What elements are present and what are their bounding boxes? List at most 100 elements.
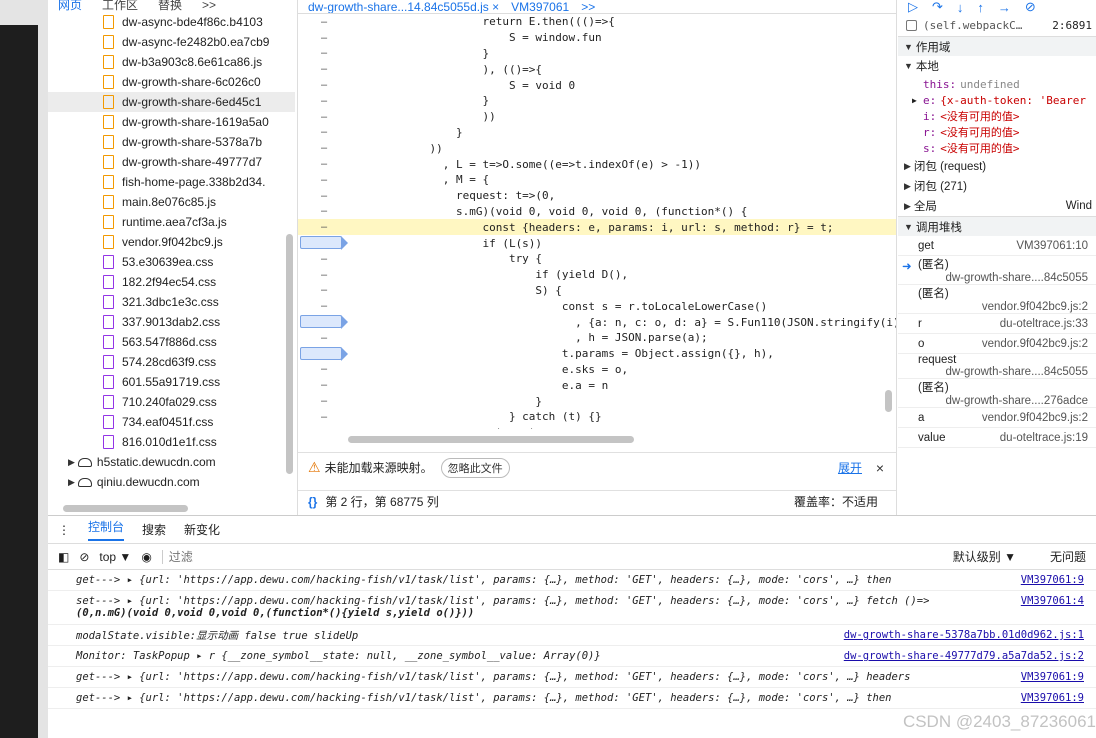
message-source-link[interactable]: VM397061:9 bbox=[1021, 692, 1084, 704]
line-gutter[interactable] bbox=[298, 314, 350, 330]
message-source-link[interactable]: dw-growth-share-49777d79.a5a7da52.js:2 bbox=[844, 650, 1084, 662]
watch-row[interactable]: (self.webpackC… 2:6891 bbox=[898, 14, 1096, 36]
line-gutter[interactable]: – bbox=[298, 14, 350, 30]
line-gutter[interactable] bbox=[298, 346, 350, 362]
scope-prop[interactable]: this: undefined bbox=[898, 76, 1096, 92]
message-source-link[interactable]: VM397061:9 bbox=[1021, 671, 1084, 683]
code-line[interactable]: – request: t=>(0, bbox=[298, 188, 896, 204]
step-into-icon[interactable]: ↓ bbox=[957, 0, 964, 14]
file-item[interactable]: 601.55a91719.css bbox=[48, 372, 295, 392]
code-line[interactable]: – e.a = n bbox=[298, 377, 896, 393]
expand-arrow-icon[interactable]: ▶ bbox=[912, 96, 917, 105]
breakpoint-marker[interactable] bbox=[300, 346, 348, 361]
code-line[interactable]: – )) bbox=[298, 109, 896, 125]
expand-arrow-icon[interactable]: ▶ bbox=[904, 181, 911, 192]
tree-scrollbar-horizontal[interactable] bbox=[63, 505, 188, 512]
file-item[interactable]: dw-growth-share-1619a5a0 bbox=[48, 112, 295, 132]
nav-tab[interactable]: >> bbox=[202, 0, 216, 12]
line-gutter[interactable]: – bbox=[298, 125, 350, 141]
step-over-icon[interactable]: ↷ bbox=[932, 0, 943, 14]
code-line[interactable]: – S = window.fun bbox=[298, 30, 896, 46]
line-gutter[interactable]: – bbox=[298, 61, 350, 77]
line-gutter[interactable]: – bbox=[298, 30, 350, 46]
breakpoint-marker[interactable] bbox=[300, 236, 348, 251]
code-line[interactable]: – , M = { bbox=[298, 172, 896, 188]
code-line[interactable]: – , L = t=>O.some((e=>t.indexOf(e) > -1)… bbox=[298, 156, 896, 172]
file-item[interactable]: 563.547f886d.css bbox=[48, 332, 295, 352]
code-line[interactable]: – const {headers: e, params: i, url: s, … bbox=[298, 219, 896, 236]
clear-console-icon[interactable]: ⊘ bbox=[79, 550, 89, 564]
code-line[interactable]: – } bbox=[298, 393, 896, 409]
console-message[interactable]: get---> ▸ {url: 'https://app.dewu.com/ha… bbox=[48, 667, 1096, 688]
file-item[interactable]: dw-growth-share-49777d7 bbox=[48, 152, 295, 172]
file-item[interactable]: 734.eaf0451f.css bbox=[48, 412, 295, 432]
callstack-frame[interactable]: value du-oteltrace.js:19 bbox=[898, 428, 1096, 448]
file-item[interactable]: dw-growth-share-6ed45c1 bbox=[48, 92, 295, 112]
code-line[interactable]: – try { bbox=[298, 251, 896, 267]
file-item[interactable]: fish-home-page.338b2d34. bbox=[48, 172, 295, 192]
breakpoint-marker[interactable] bbox=[300, 315, 348, 330]
deactivate-icon[interactable]: ⊘ bbox=[1025, 0, 1036, 14]
scope-prop[interactable]: r: <没有可用的值> bbox=[898, 124, 1096, 140]
more-tabs-button[interactable]: >> bbox=[581, 0, 595, 13]
line-gutter[interactable]: – bbox=[298, 140, 350, 156]
line-gutter[interactable]: – bbox=[298, 219, 350, 235]
file-item[interactable]: 321.3dbc1e3c.css bbox=[48, 292, 295, 312]
code-line[interactable]: – e.sks = o, bbox=[298, 362, 896, 378]
step-out-icon[interactable]: ↑ bbox=[977, 0, 984, 14]
console-message[interactable]: get---> ▸ {url: 'https://app.dewu.com/ha… bbox=[48, 688, 1096, 709]
code-line[interactable]: – if (yield D(), bbox=[298, 267, 896, 283]
console-message[interactable]: Monitor: TaskPopup ▸ r {__zone_symbol__s… bbox=[48, 646, 1096, 667]
line-gutter[interactable]: – bbox=[298, 425, 350, 429]
line-gutter[interactable]: – bbox=[298, 251, 350, 267]
code-line[interactable]: – } catch (t) {} bbox=[298, 409, 896, 425]
scope-prop[interactable]: s: <没有可用的值> bbox=[898, 140, 1096, 156]
line-gutter[interactable]: – bbox=[298, 77, 350, 93]
code-line[interactable]: – ), (()=>{ bbox=[298, 61, 896, 77]
file-item[interactable]: 574.28cd63f9.css bbox=[48, 352, 295, 372]
code-scrollbar-horizontal[interactable] bbox=[348, 436, 634, 443]
file-item[interactable]: 710.240fa029.css bbox=[48, 392, 295, 412]
scope-prop[interactable]: i: <没有可用的值> bbox=[898, 108, 1096, 124]
code-line[interactable]: – return t bbox=[298, 425, 896, 429]
callstack-frame[interactable]: (匿名) vendor.9f042bc9.js:2 bbox=[898, 285, 1096, 314]
expand-arrow-icon[interactable]: ▶ bbox=[904, 161, 911, 172]
line-gutter[interactable]: – bbox=[298, 393, 350, 409]
callstack-section-header[interactable]: ▼ 调用堆栈 bbox=[898, 216, 1096, 236]
line-gutter[interactable]: – bbox=[298, 46, 350, 62]
code-line[interactable]: , {a: n, c: o, d: a} = S.Fun110(JSON.str… bbox=[298, 314, 896, 330]
closure-item[interactable]: ▶ 闭包 (271) bbox=[898, 176, 1096, 196]
tab-whats-new[interactable]: 新变化 bbox=[184, 521, 220, 538]
drawer-menu-icon[interactable]: ⋮ bbox=[58, 523, 70, 537]
code-line[interactable]: – S) { bbox=[298, 283, 896, 299]
code-line[interactable]: t.params = Object.assign({}, h), bbox=[298, 346, 896, 362]
line-gutter[interactable]: – bbox=[298, 283, 350, 299]
file-item[interactable]: dw-growth-share-6c026c0 bbox=[48, 72, 295, 92]
file-item[interactable]: dw-async-fe2482b0.ea7cb9 bbox=[48, 32, 295, 52]
line-gutter[interactable]: – bbox=[298, 409, 350, 425]
line-gutter[interactable]: – bbox=[298, 298, 350, 314]
file-item[interactable]: 53.e30639ea.css bbox=[48, 252, 295, 272]
sidebar-toggle-icon[interactable]: ◧ bbox=[58, 550, 69, 564]
code-area[interactable]: – return E.then((()=>{– S = window.fun – … bbox=[298, 14, 896, 429]
scope-prop[interactable]: ▶ e: {x-auth-token: 'Bearer bbox=[898, 92, 1096, 108]
message-source-link[interactable]: VM397061:9 bbox=[1021, 574, 1084, 586]
global-scope[interactable]: ▶ 全局 Wind bbox=[898, 196, 1096, 216]
domain-item[interactable]: ▶ h5static.dewucdn.com bbox=[48, 452, 295, 472]
context-select[interactable]: top ▼ bbox=[99, 550, 131, 564]
callstack-frame[interactable]: get VM397061:10 bbox=[898, 236, 1096, 256]
scope-section-header[interactable]: ▼ 作用域 bbox=[898, 36, 1096, 56]
console-message[interactable]: set---> ▸ {url: 'https://app.dewu.com/ha… bbox=[48, 591, 1096, 625]
file-item[interactable]: 816.010d1e1f.css bbox=[48, 432, 295, 452]
nav-tab[interactable]: 工作区 bbox=[102, 0, 138, 12]
line-gutter[interactable]: – bbox=[298, 362, 350, 378]
line-gutter[interactable]: – bbox=[298, 188, 350, 204]
callstack-frame[interactable]: a vendor.9f042bc9.js:2 bbox=[898, 408, 1096, 428]
expand-arrow-icon[interactable]: ▶ bbox=[68, 477, 75, 488]
ignore-file-button[interactable]: 忽略此文件 bbox=[440, 457, 510, 478]
line-gutter[interactable]: – bbox=[298, 267, 350, 283]
tab-source-file[interactable]: dw-growth-share...14.84c5055d.js × bbox=[308, 0, 499, 13]
close-tab-icon[interactable]: × bbox=[492, 0, 499, 13]
file-item[interactable]: dw-b3a903c8.6e61ca86.js bbox=[48, 52, 295, 72]
code-line[interactable]: – s.mG)(void 0, void 0, void 0, (functio… bbox=[298, 204, 896, 220]
